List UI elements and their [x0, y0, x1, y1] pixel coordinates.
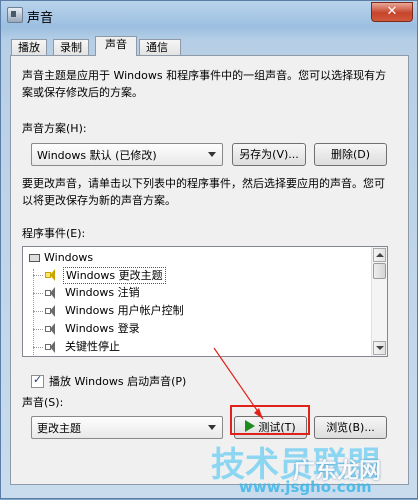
sound-dialog: 声音 ✕ 播放 录制 声音 通信 声音主题是应用于 Windows 和程序事件中…	[0, 0, 418, 499]
annotation-arrow	[213, 347, 264, 420]
tab-sounds[interactable]: 声音	[95, 36, 137, 56]
watermark-url: www.jsgho.com	[239, 478, 372, 496]
